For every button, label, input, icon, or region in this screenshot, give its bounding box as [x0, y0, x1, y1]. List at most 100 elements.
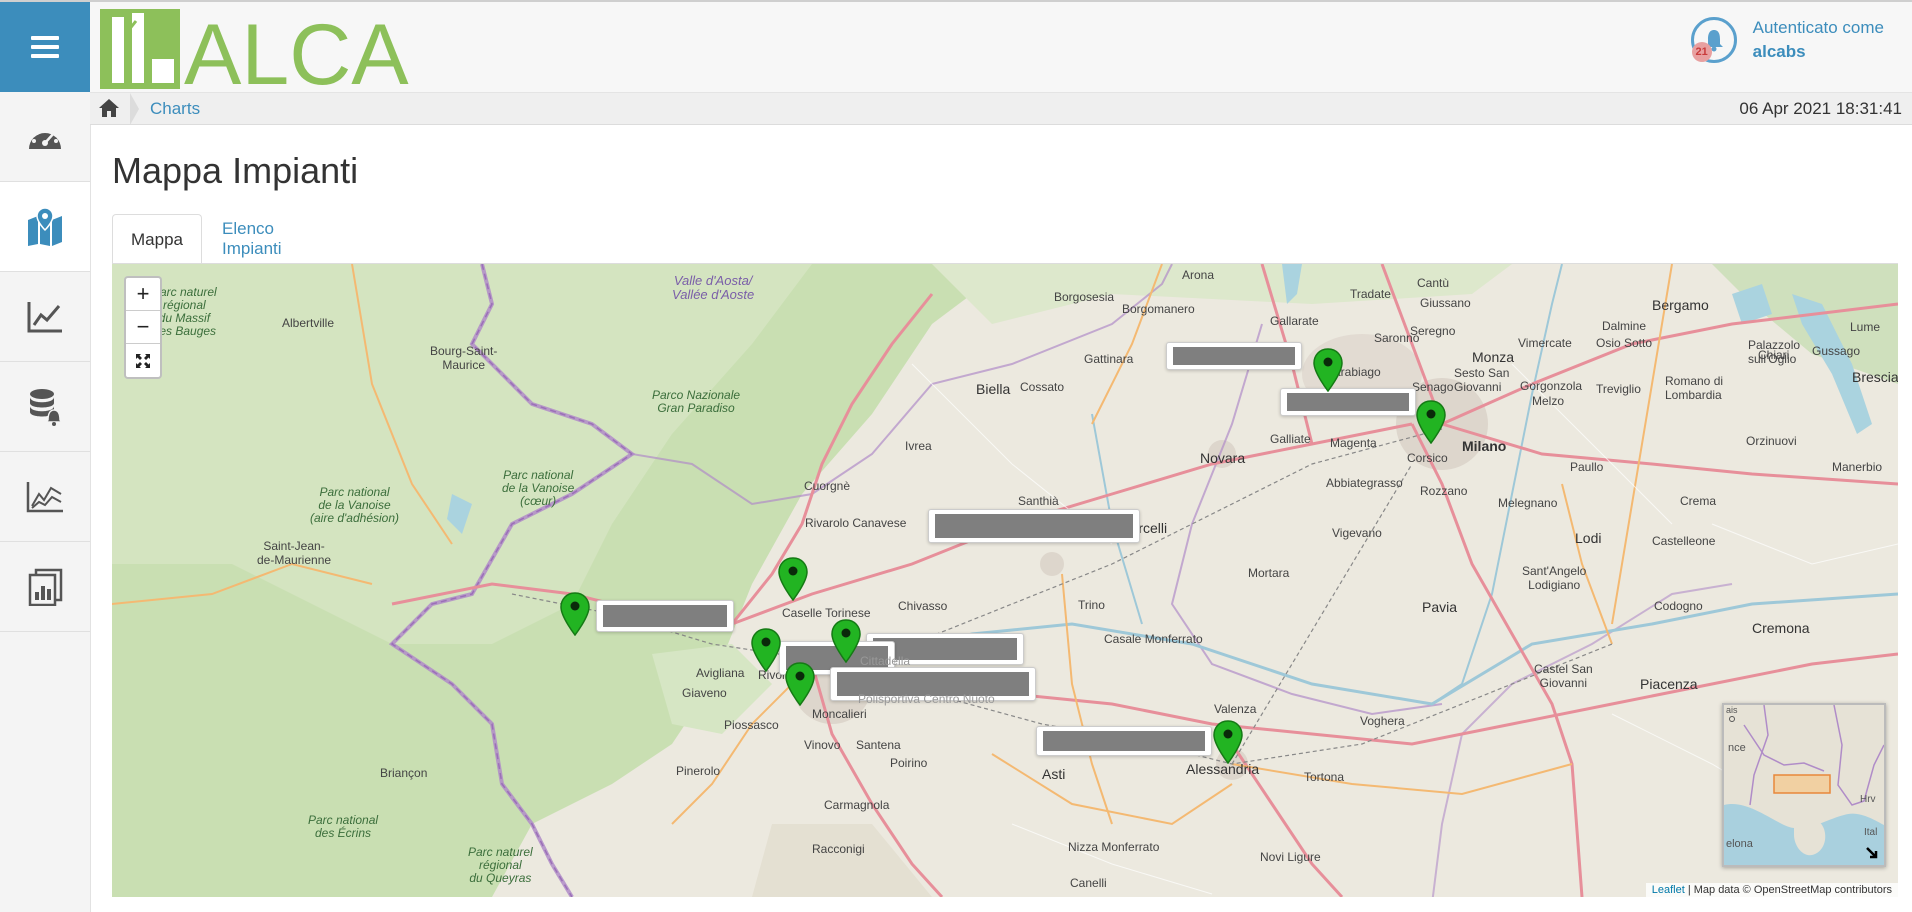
redacted-name — [1043, 731, 1205, 751]
breadcrumb-separator — [130, 93, 139, 125]
place-label: Giaveno — [682, 686, 727, 700]
sidebar-item-alarms[interactable] — [0, 362, 90, 452]
marker-label[interactable] — [928, 509, 1140, 543]
place-label: Santhià — [1018, 494, 1059, 508]
place-label: Avigliana — [696, 666, 745, 680]
place-label: Milano — [1462, 438, 1507, 454]
place-label: Asti — [1042, 766, 1066, 782]
minimap-toggle-icon[interactable] — [1866, 847, 1880, 861]
place-label: Borgosesia — [1054, 290, 1115, 304]
database-alert-icon — [30, 388, 63, 426]
breadcrumb-home[interactable] — [98, 98, 120, 123]
place-label: Mortara — [1248, 566, 1290, 580]
svg-text:nce: nce — [1728, 742, 1746, 754]
alca-logo[interactable]: ALCA — [100, 7, 430, 103]
place-label: Racconigi — [812, 842, 865, 856]
place-label: Crema — [1680, 494, 1717, 508]
place-label: Pinerolo — [676, 764, 721, 778]
plant-marker-icon[interactable] — [751, 628, 781, 672]
redacted-name — [603, 605, 727, 627]
place-label: Saint-Jean-de-Maurienne — [257, 539, 332, 567]
place-label: Nizza Monferrato — [1068, 840, 1160, 854]
sidebar-item-dashboard[interactable] — [0, 92, 90, 182]
map-container[interactable]: Valle d'Aosta/Vallée d'Aoste Parc nature… — [112, 263, 1898, 897]
sidebar-item-reports[interactable] — [0, 542, 90, 632]
zoom-in-button[interactable]: + — [126, 278, 160, 311]
place-label: Corsico — [1407, 451, 1448, 465]
fullscreen-button[interactable] — [126, 344, 160, 377]
place-label: Biella — [976, 381, 1011, 397]
reports-icon — [28, 568, 63, 606]
place-label: Tortona — [1304, 770, 1345, 784]
place-label: Dalmine — [1602, 319, 1647, 333]
svg-text:Ital: Ital — [1864, 827, 1877, 838]
breadcrumb-charts-link[interactable]: Charts — [150, 99, 200, 119]
marker-label[interactable] — [596, 600, 734, 632]
tab-mappa[interactable]: Mappa — [112, 214, 202, 264]
place-label: Chivasso — [898, 599, 948, 613]
place-label: Romano di Lombardia — [1665, 374, 1724, 402]
plant-marker-icon[interactable] — [1313, 348, 1343, 392]
plant-marker-icon[interactable] — [560, 592, 590, 636]
map-base-layer — [112, 264, 1898, 897]
breadcrumb: Charts 06 Apr 2021 18:31:41 — [90, 92, 1912, 125]
place-label: Castel San Giovanni — [1534, 662, 1593, 690]
place-label: Parc naturel régional du Queyras — [468, 845, 533, 885]
hamburger-icon — [31, 36, 59, 58]
place-label: Pavia — [1422, 599, 1458, 615]
place-label: Abbiategrasso — [1326, 476, 1403, 490]
marker-label[interactable] — [1280, 388, 1416, 416]
place-label: Valenza — [1214, 702, 1257, 716]
home-icon — [99, 99, 119, 117]
zoom-out-button[interactable]: − — [126, 311, 160, 344]
username[interactable]: alcabs — [1753, 40, 1884, 64]
plant-marker-icon[interactable] — [1416, 400, 1446, 444]
place-label: Giussano — [1420, 296, 1471, 310]
place-label: Ivrea — [905, 439, 932, 453]
zoom-control: + − — [124, 276, 162, 379]
marker-label[interactable] — [1166, 342, 1302, 370]
sidebar-item-trends[interactable] — [0, 272, 90, 362]
place-label: Piacenza — [1640, 676, 1698, 692]
minimap[interactable]: nce elona Hrv Ital ais — [1722, 703, 1886, 867]
place-label: Sant'Angelo Lodigiano — [1522, 564, 1587, 592]
place-label: Novi Ligure — [1260, 850, 1321, 864]
place-label: Vinovo — [804, 738, 841, 752]
place-label: Vimercate — [1518, 336, 1572, 350]
notifications-button[interactable]: 21 — [1690, 17, 1737, 63]
place-label: Gussago — [1812, 344, 1861, 358]
svg-text:Hrv: Hrv — [1860, 794, 1876, 805]
place-label: Cremona — [1752, 620, 1810, 636]
svg-text:ALCA: ALCA — [184, 9, 409, 89]
place-label: Arona — [1182, 268, 1215, 282]
fullscreen-icon — [136, 353, 150, 368]
tab-elenco-impianti[interactable]: Elenco Impianti — [204, 214, 300, 263]
sidebar-item-map[interactable] — [0, 182, 90, 272]
plant-marker-icon[interactable] — [785, 662, 815, 706]
place-label: Gorgonzola — [1520, 379, 1583, 393]
place-label: Bergamo — [1652, 297, 1709, 313]
user-menu[interactable]: 21 Autenticato come alcabs — [1690, 16, 1884, 64]
place-label: Gattinara — [1084, 352, 1134, 366]
label-fragment: Polisportiva Centro Nuoto — [858, 692, 995, 706]
plant-marker-icon[interactable] — [831, 619, 861, 663]
leaflet-link[interactable]: Leaflet — [1652, 884, 1685, 896]
place-label: Novara — [1200, 450, 1246, 466]
plant-marker-icon[interactable] — [778, 557, 808, 601]
place-label: Moncalieri — [812, 707, 867, 721]
place-label: Borgomanero — [1122, 302, 1195, 316]
menu-toggle-button[interactable] — [0, 2, 90, 92]
plant-marker-icon[interactable] — [1213, 720, 1243, 764]
place-label: Vigevano — [1332, 526, 1382, 540]
attribution-text: | Map data © OpenStreetMap contributors — [1684, 884, 1892, 896]
label-fragment: Cittadella — [860, 654, 911, 668]
place-label: Carmagnola — [824, 798, 890, 812]
marker-label[interactable] — [1036, 726, 1212, 756]
place-label: Castelleone — [1652, 534, 1716, 548]
place-label: Seregno — [1410, 324, 1456, 338]
sidebar-item-analytics[interactable] — [0, 452, 90, 542]
user-prefix-text: Autenticato come — [1752, 18, 1884, 37]
current-datetime: 06 Apr 2021 18:31:41 — [1739, 99, 1902, 118]
place-label: Gallarate — [1270, 314, 1319, 328]
place-label: Brescia — [1852, 369, 1898, 385]
